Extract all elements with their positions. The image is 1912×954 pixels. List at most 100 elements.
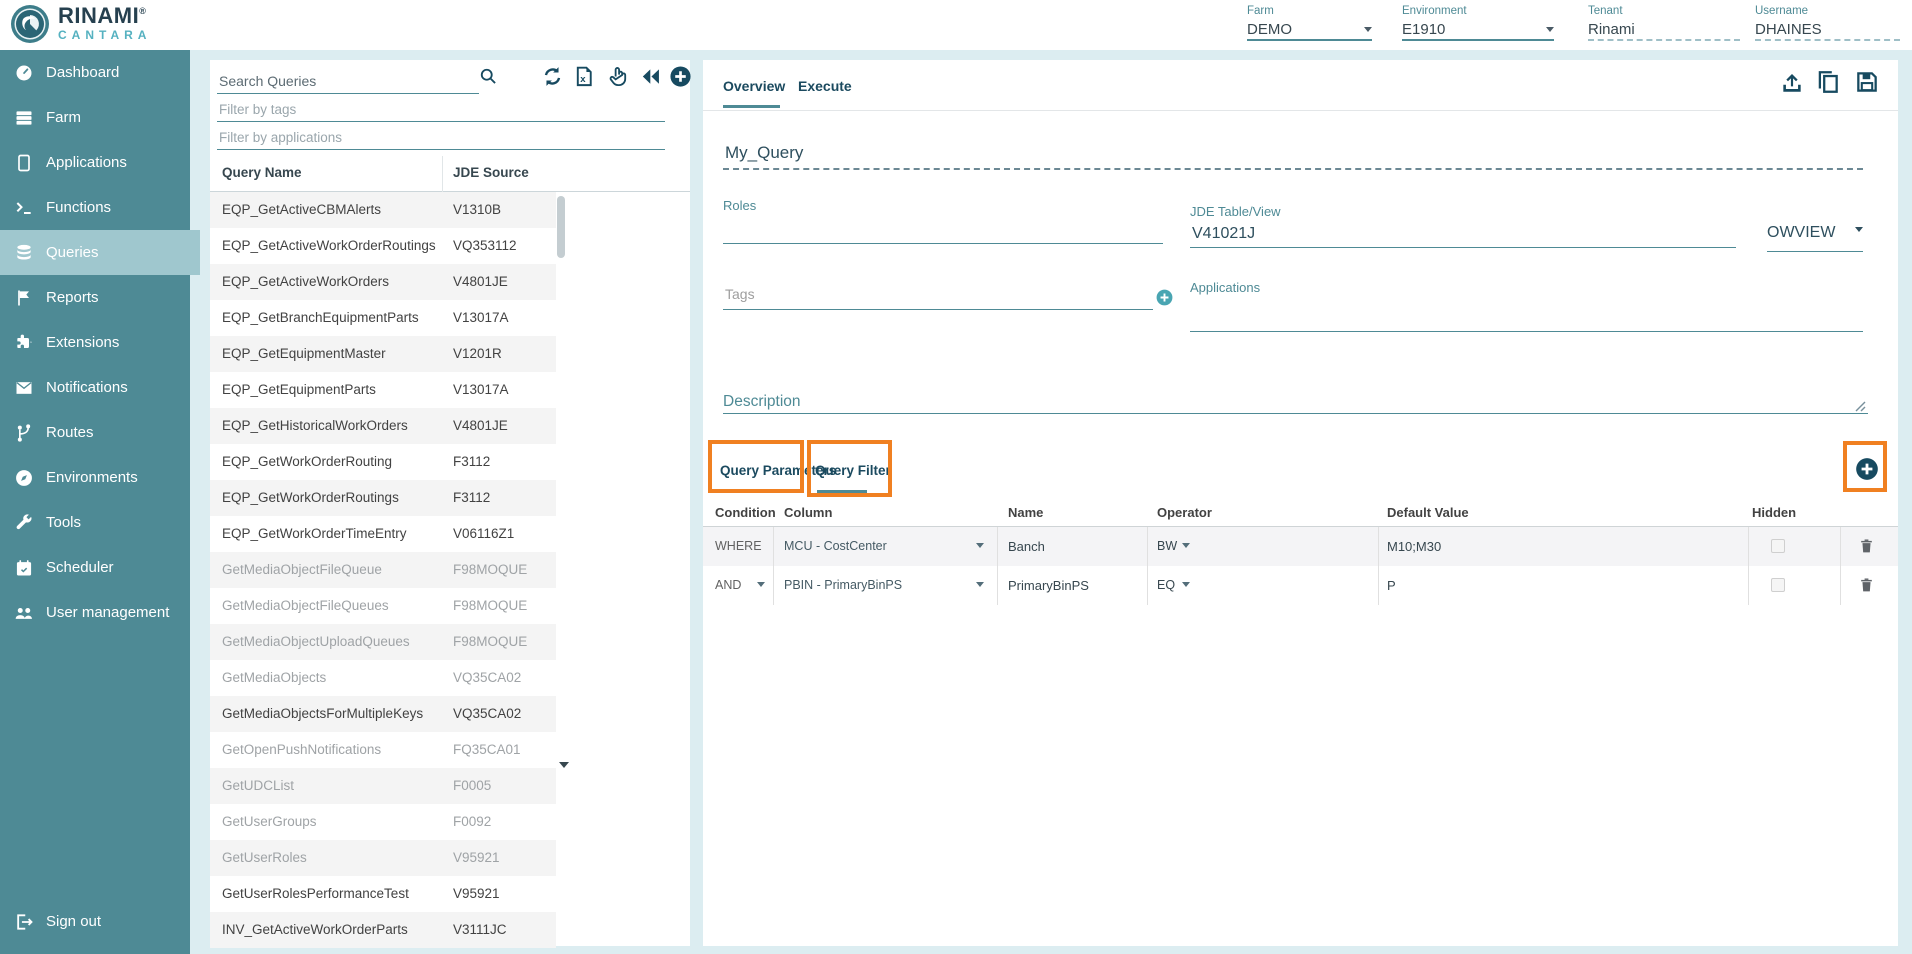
jde-source: VQ35CA02 [453,706,521,721]
applications-input[interactable] [1190,302,1863,332]
scrollbar-thumb[interactable] [557,196,565,258]
sidebar-item-functions[interactable]: Functions [0,185,190,230]
operator-select[interactable]: BW [1157,539,1177,553]
jde-source: V4801JE [453,418,508,433]
query-row[interactable]: EQP_GetEquipmentPartsV13017A [210,372,556,408]
query-row[interactable]: EQP_GetActiveWorkOrderRoutingsVQ353112 [210,228,556,264]
sign-out-button[interactable]: Sign out [0,899,190,944]
add-filter-row-button[interactable] [1854,456,1880,482]
jde-source: F3112 [453,454,490,469]
applications-label: Applications [1190,280,1260,295]
rewind-icon[interactable] [638,64,662,88]
search-input[interactable] [217,68,479,94]
condition-select[interactable]: AND [715,578,741,592]
touch-icon[interactable] [606,64,630,88]
hidden-checkbox[interactable] [1771,539,1785,553]
query-row[interactable]: EQP_GetHistoricalWorkOrdersV4801JE [210,408,556,444]
delete-row-button[interactable] [1858,537,1876,555]
sidebar-item-farm[interactable]: Farm [0,95,190,140]
sidebar-item-label: Reports [46,289,99,306]
query-row[interactable]: EQP_GetEquipmentMasterV1201R [210,336,556,372]
sidebar-item-reports[interactable]: Reports [0,275,190,320]
query-row[interactable]: GetOpenPushNotificationsFQ35CA01 [210,732,556,768]
sidebar-item-environments[interactable]: Environments [0,455,190,500]
sidebar-item-user-management[interactable]: User management [0,590,190,635]
query-row[interactable]: GetUserGroupsF0092 [210,804,556,840]
filter-name-input[interactable]: PrimaryBinPS [1008,578,1089,593]
query-row[interactable]: GetUDCListF0005 [210,768,556,804]
filter-col-hidden: Hidden [1752,505,1796,520]
query-row[interactable]: EQP_GetWorkOrderRoutings F3112 [210,480,556,516]
sidebar-item-label: User management [46,604,169,621]
sidebar-item-notifications[interactable]: Notifications [0,365,190,410]
jde-source: F3112 [453,490,490,505]
query-row[interactable]: EQP_GetActiveWorkOrdersV4801JE [210,264,556,300]
chevron-down-icon[interactable] [1182,543,1190,548]
excel-icon[interactable]: x [572,64,596,88]
jde-table-view-label: JDE Table/View [1190,204,1281,219]
delete-row-button[interactable] [1858,576,1876,594]
query-row[interactable]: EQP_GetActiveCBMAlertsV1310B [210,192,556,228]
query-row[interactable]: GetMediaObjectsForMultipleKeysVQ35CA02 [210,696,556,732]
subtab-query-filter[interactable]: Query Filter [815,463,891,478]
query-row[interactable]: EQP_GetWorkOrderTimeEntryV06116Z1 [210,516,556,552]
column-select[interactable]: MCU - CostCenter [784,539,887,553]
filter-by-tags-input[interactable] [217,98,665,122]
sidebar-item-dashboard[interactable]: Dashboard [0,50,190,95]
query-row[interactable]: GetMediaObjectsVQ35CA02 [210,660,556,696]
field-label: Farm [1247,5,1372,18]
sidebar-item-applications[interactable]: Applications [0,140,190,185]
column-select[interactable]: PBIN - PrimaryBinPS [784,578,902,592]
hidden-checkbox[interactable] [1771,578,1785,592]
resize-handle-icon[interactable] [1855,401,1866,412]
query-row[interactable]: GetMediaObjectUploadQueuesF98MOQUE [210,624,556,660]
jde-view-select[interactable]: OWVIEW [1767,224,1863,252]
query-row[interactable]: GetMediaObjectFileQueuesF98MOQUE [210,588,556,624]
sidebar-item-routes[interactable]: Routes [0,410,190,455]
chevron-down-icon[interactable] [976,582,984,587]
default-value-input[interactable]: M10;M30 [1387,539,1441,554]
filter-by-applications-input[interactable] [217,126,665,150]
query-row[interactable]: EQP_GetBranchEquipmentPartsV13017A [210,300,556,336]
chevron-down-icon[interactable] [1182,582,1190,587]
copy-icon[interactable] [1814,68,1842,96]
query-row[interactable]: GetUserRolesPerformanceTestV95921 [210,876,556,912]
query-name: EQP_GetWorkOrderRoutings [222,490,399,505]
chevron-down-icon[interactable] [976,543,984,548]
refresh-icon[interactable] [540,64,564,88]
query-name-input[interactable] [723,138,1863,170]
sidebar-item-label: Dashboard [46,64,119,81]
description-input[interactable] [723,390,1868,414]
active-tab-underline [723,105,780,108]
logo-registered-mark: ® [139,6,146,16]
upload-icon[interactable] [1778,68,1806,96]
sidebar-item-tools[interactable]: Tools [0,500,190,545]
save-icon[interactable] [1853,68,1881,96]
operator-select[interactable]: EQ [1157,578,1175,592]
default-value-input[interactable]: P [1387,578,1396,593]
query-detail-card: Overview Execute Roles JDE Table/View OW… [703,60,1898,946]
tab-execute[interactable]: Execute [798,78,852,94]
logo-title: RINAMI [58,3,139,28]
sidebar-item-queries[interactable]: Queries [0,230,200,275]
query-row[interactable]: INV_GetActiveWorkOrderPartsV3111JC [210,912,556,948]
add-circle-icon[interactable] [668,64,692,88]
roles-input[interactable] [723,216,1163,244]
jde-table-view-input[interactable] [1190,220,1736,248]
environment-field[interactable]: EnvironmentE1910 [1402,5,1554,41]
field-label: Environment [1402,5,1554,18]
query-row[interactable]: EQP_GetWorkOrderRoutingF3112 [210,444,556,480]
condition-select[interactable]: WHERE [715,539,762,553]
tags-input[interactable] [723,280,1153,310]
farm-field[interactable]: FarmDEMO [1247,5,1372,41]
filter-name-input[interactable]: Banch [1008,539,1045,554]
sidebar-item-scheduler[interactable]: Scheduler [0,545,190,590]
add-tag-button[interactable] [1155,288,1174,307]
sidebar-item-extensions[interactable]: Extensions [0,320,190,365]
query-row[interactable]: GetMediaObjectFileQueueF98MOQUE [210,552,556,588]
chevron-down-icon[interactable] [757,582,765,587]
query-row[interactable]: GetUserRolesV95921 [210,840,556,876]
jde-source: V3111JC [453,922,507,937]
scrollbar-down-arrow[interactable] [559,762,569,768]
tab-overview[interactable]: Overview [723,78,785,94]
